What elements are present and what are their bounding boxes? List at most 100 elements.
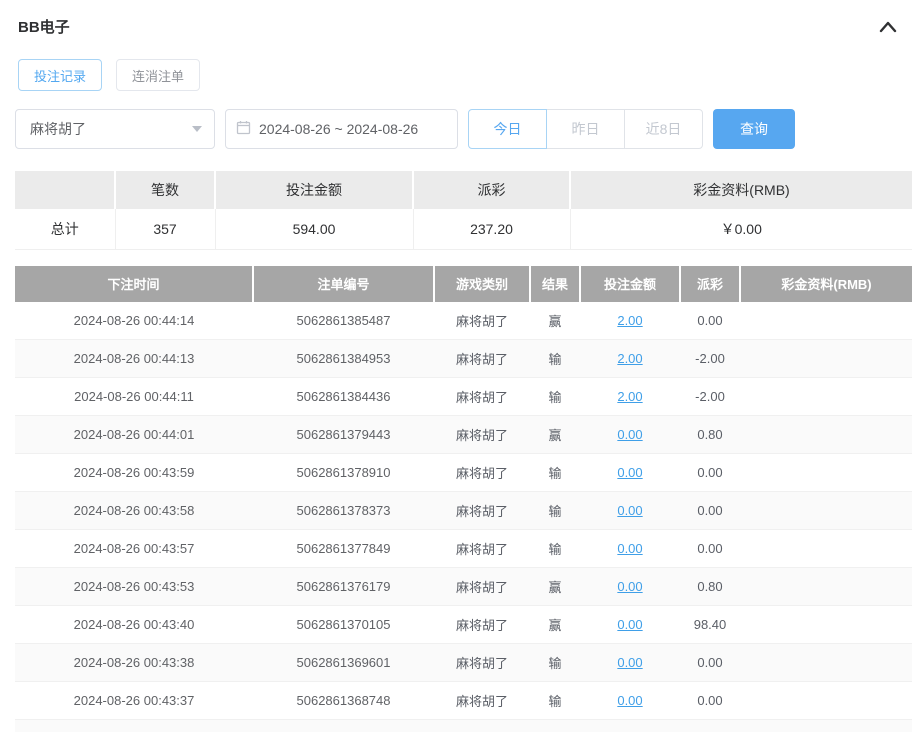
bet-time-cell: 2024-08-26 00:43:35 bbox=[15, 720, 253, 732]
col-header-payout: 派彩 bbox=[680, 266, 740, 302]
order-number-cell: 5062861378373 bbox=[253, 492, 434, 530]
bet-time-cell: 2024-08-26 00:43:53 bbox=[15, 568, 253, 606]
bet-amount-link[interactable]: 0.00 bbox=[617, 655, 642, 670]
col-header-game-type: 游戏类别 bbox=[434, 266, 530, 302]
order-number-cell: 5062861377849 bbox=[253, 530, 434, 568]
order-number-cell: 5062861376179 bbox=[253, 568, 434, 606]
bet-time-cell: 2024-08-26 00:44:14 bbox=[15, 302, 253, 340]
table-row: 2024-08-26 00:43:35 5062861368241 麻将胡了 输… bbox=[15, 720, 912, 732]
bet-time-cell: 2024-08-26 00:44:13 bbox=[15, 340, 253, 378]
game-type-cell: 麻将胡了 bbox=[434, 682, 530, 720]
summary-row: 总计 357 594.00 237.20 ￥0.00 bbox=[15, 209, 912, 249]
bet-amount-link[interactable]: 2.00 bbox=[617, 389, 642, 404]
payout-cell: -2.00 bbox=[680, 340, 740, 378]
date-quick-buttons: 今日 昨日 近8日 bbox=[468, 109, 703, 149]
summary-payout: 237.20 bbox=[413, 209, 570, 249]
payout-cell: 0.00 bbox=[680, 492, 740, 530]
payout-cell: 0.00 bbox=[680, 530, 740, 568]
summary-header-bet-amount: 投注金额 bbox=[215, 171, 413, 209]
bet-time-cell: 2024-08-26 00:43:40 bbox=[15, 606, 253, 644]
bet-amount-link[interactable]: 0.00 bbox=[617, 465, 642, 480]
bet-amount-cell: 0.00 bbox=[580, 454, 680, 492]
bet-amount-link[interactable]: 0.00 bbox=[617, 541, 642, 556]
col-header-order-number: 注单编号 bbox=[253, 266, 434, 302]
game-type-cell: 麻将胡了 bbox=[434, 378, 530, 416]
last-8-days-button[interactable]: 近8日 bbox=[624, 109, 703, 149]
bet-amount-cell: 0.00 bbox=[580, 530, 680, 568]
game-select-value: 麻将胡了 bbox=[30, 119, 86, 139]
table-row: 2024-08-26 00:44:14 5062861385487 麻将胡了 赢… bbox=[15, 302, 912, 340]
result-cell: 输 bbox=[530, 340, 580, 378]
result-cell: 输 bbox=[530, 530, 580, 568]
game-type-cell: 麻将胡了 bbox=[434, 416, 530, 454]
bet-amount-cell: 0.00 bbox=[580, 606, 680, 644]
summary-header-count: 笔数 bbox=[115, 171, 215, 209]
game-type-cell: 麻将胡了 bbox=[434, 530, 530, 568]
payout-cell: 0.00 bbox=[680, 644, 740, 682]
bet-time-cell: 2024-08-26 00:43:59 bbox=[15, 454, 253, 492]
bet-amount-cell: 2.00 bbox=[580, 340, 680, 378]
order-number-cell: 5062861370105 bbox=[253, 606, 434, 644]
bet-amount-cell: 0.00 bbox=[580, 682, 680, 720]
result-cell: 输 bbox=[530, 644, 580, 682]
date-range-value: 2024-08-26 ~ 2024-08-26 bbox=[259, 121, 418, 137]
result-cell: 输 bbox=[530, 454, 580, 492]
bonus-cell bbox=[740, 606, 912, 644]
payout-cell: 0.80 bbox=[680, 416, 740, 454]
table-row: 2024-08-26 00:43:53 5062861376179 麻将胡了 赢… bbox=[15, 568, 912, 606]
calendar-icon bbox=[236, 120, 251, 138]
bet-time-cell: 2024-08-26 00:43:57 bbox=[15, 530, 253, 568]
table-row: 2024-08-26 00:43:37 5062861368748 麻将胡了 输… bbox=[15, 682, 912, 720]
result-cell: 赢 bbox=[530, 416, 580, 454]
panel-header: BB电子 bbox=[15, 0, 912, 51]
date-range-input[interactable]: 2024-08-26 ~ 2024-08-26 bbox=[225, 109, 458, 149]
summary-total-label: 总计 bbox=[15, 209, 115, 249]
bet-amount-cell: 2.00 bbox=[580, 302, 680, 340]
tab-bet-records[interactable]: 投注记录 bbox=[18, 59, 102, 91]
betting-records-panel: BB电子 投注记录 连消注单 麻将胡了 2024-08-26 ~ 2 bbox=[0, 0, 912, 732]
order-number-cell: 5062861379443 bbox=[253, 416, 434, 454]
table-row: 2024-08-26 00:44:01 5062861379443 麻将胡了 赢… bbox=[15, 416, 912, 454]
bet-amount-link[interactable]: 0.00 bbox=[617, 579, 642, 594]
order-number-cell: 5062861368241 bbox=[253, 720, 434, 732]
bet-amount-link[interactable]: 0.00 bbox=[617, 503, 642, 518]
bet-amount-link[interactable]: 0.00 bbox=[617, 693, 642, 708]
bet-time-cell: 2024-08-26 00:44:01 bbox=[15, 416, 253, 454]
order-number-cell: 5062861368748 bbox=[253, 682, 434, 720]
summary-header-bonus: 彩金资料(RMB) bbox=[570, 171, 912, 209]
yesterday-button[interactable]: 昨日 bbox=[546, 109, 625, 149]
bonus-cell bbox=[740, 302, 912, 340]
game-select[interactable]: 麻将胡了 bbox=[15, 109, 215, 149]
result-cell: 赢 bbox=[530, 302, 580, 340]
bet-amount-link[interactable]: 2.00 bbox=[617, 313, 642, 328]
search-button[interactable]: 查询 bbox=[713, 109, 795, 149]
bonus-cell bbox=[740, 416, 912, 454]
col-header-bet-time: 下注时间 bbox=[15, 266, 253, 302]
game-type-cell: 麻将胡了 bbox=[434, 720, 530, 732]
summary-header-blank bbox=[15, 171, 115, 209]
col-header-bet-amount: 投注金额 bbox=[580, 266, 680, 302]
bet-time-cell: 2024-08-26 00:44:11 bbox=[15, 378, 253, 416]
tab-cancelled-orders[interactable]: 连消注单 bbox=[116, 59, 200, 91]
bonus-cell bbox=[740, 378, 912, 416]
result-cell: 输 bbox=[530, 682, 580, 720]
bet-amount-link[interactable]: 0.00 bbox=[617, 617, 642, 632]
chevron-down-icon bbox=[192, 126, 202, 132]
bonus-cell bbox=[740, 530, 912, 568]
result-cell: 输 bbox=[530, 492, 580, 530]
page-title: BB电子 bbox=[18, 16, 70, 37]
bonus-cell bbox=[740, 340, 912, 378]
order-number-cell: 5062861384953 bbox=[253, 340, 434, 378]
bonus-cell bbox=[740, 492, 912, 530]
table-row: 2024-08-26 00:43:38 5062861369601 麻将胡了 输… bbox=[15, 644, 912, 682]
summary-count: 357 bbox=[115, 209, 215, 249]
bet-amount-link[interactable]: 2.00 bbox=[617, 351, 642, 366]
today-button[interactable]: 今日 bbox=[468, 109, 547, 149]
bet-amount-link[interactable]: 0.00 bbox=[617, 427, 642, 442]
order-number-cell: 5062861384436 bbox=[253, 378, 434, 416]
summary-header-payout: 派彩 bbox=[413, 171, 570, 209]
bet-amount-cell: 2.00 bbox=[580, 378, 680, 416]
table-row: 2024-08-26 00:44:11 5062861384436 麻将胡了 输… bbox=[15, 378, 912, 416]
result-cell: 赢 bbox=[530, 568, 580, 606]
chevron-up-icon[interactable] bbox=[878, 20, 898, 34]
